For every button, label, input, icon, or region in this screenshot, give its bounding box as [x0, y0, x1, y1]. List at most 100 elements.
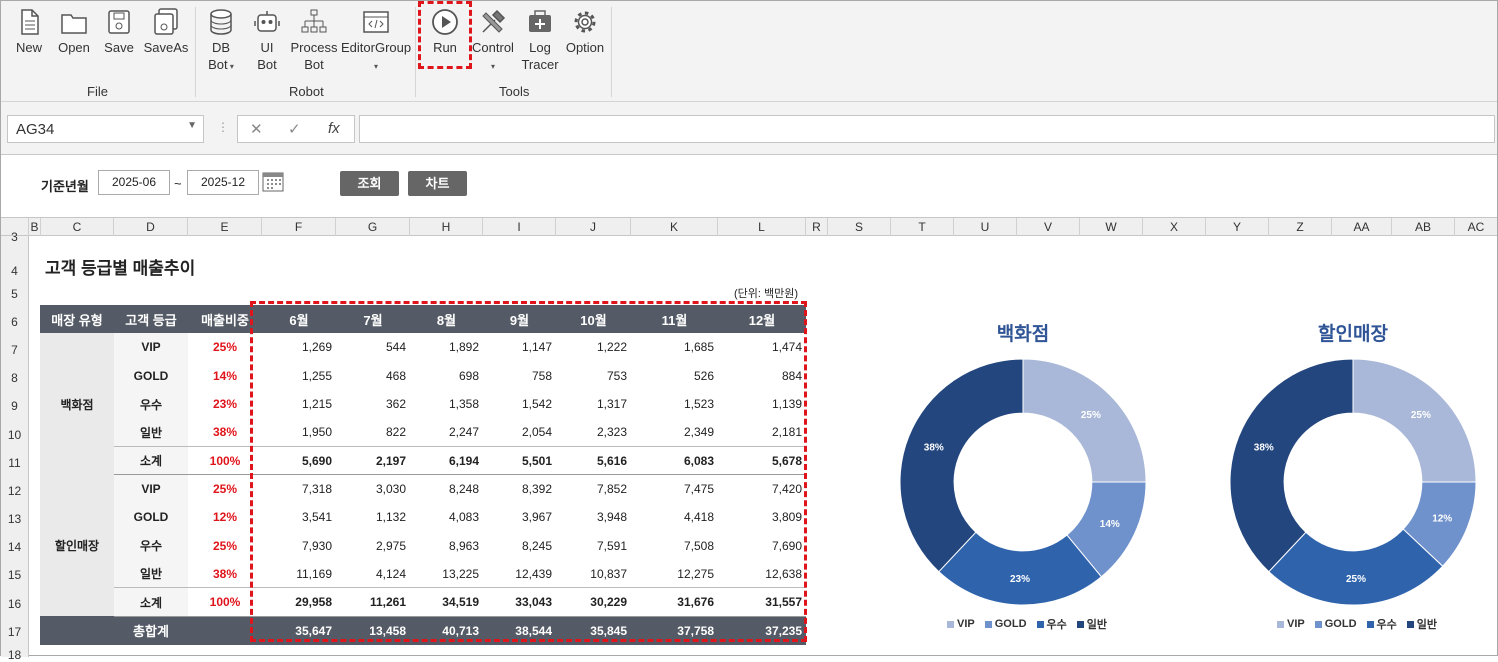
legend-item: GOLD	[984, 616, 1027, 632]
row-num[interactable]: 13	[1, 512, 28, 526]
data-label: 25%	[1346, 574, 1366, 585]
row-num[interactable]: 5	[1, 287, 28, 301]
data-label: 38%	[924, 443, 944, 454]
col-header[interactable]: E	[188, 218, 262, 236]
data-label: 23%	[1010, 574, 1030, 585]
db-bot-button[interactable]: DB Bot ▾	[201, 7, 241, 75]
grade-cell[interactable]: 일반	[114, 418, 188, 447]
range-separator: ~	[174, 176, 182, 191]
formula-grip: ⋮	[217, 120, 229, 134]
data-label: 25%	[1411, 410, 1431, 421]
ui-bot-button[interactable]: UI Bot	[249, 7, 285, 73]
donut-chart-discount[interactable]: 25% 12% 25% 38%	[1227, 357, 1479, 607]
col-header[interactable]: J	[556, 218, 631, 236]
save-as-button[interactable]: SaveAs	[141, 7, 191, 56]
store-type-cell[interactable]: 할인매장	[40, 474, 114, 617]
col-header[interactable]: X	[1143, 218, 1206, 236]
open-button[interactable]: Open	[53, 7, 95, 56]
insert-function-icon[interactable]: fx	[328, 120, 340, 137]
col-header[interactable]: W	[1080, 218, 1143, 236]
name-box[interactable]: AG34 ▼	[7, 115, 204, 143]
legend-item: 우수	[1036, 616, 1067, 632]
calendar-icon[interactable]	[262, 170, 284, 192]
col-header[interactable]: K	[631, 218, 718, 236]
chevron-down-icon[interactable]: ▼	[187, 120, 197, 131]
formula-input[interactable]	[359, 115, 1495, 143]
row-num[interactable]: 14	[1, 540, 28, 554]
row-num[interactable]: 9	[1, 399, 28, 413]
legend-item: GOLD	[1314, 616, 1357, 632]
save-button[interactable]: Save	[101, 7, 137, 56]
row-num[interactable]: 8	[1, 371, 28, 385]
search-button[interactable]: 조회	[340, 171, 399, 196]
col-header[interactable]: R	[806, 218, 828, 236]
row-num[interactable]: 10	[1, 428, 28, 442]
row-num[interactable]: 17	[1, 625, 28, 639]
col-header[interactable]: AC	[1455, 218, 1497, 236]
col-header[interactable]: AA	[1332, 218, 1392, 236]
col-header[interactable]: G	[336, 218, 410, 236]
formula-bar: AG34 ▼ ⋮ ✕ ✓ fx	[1, 102, 1497, 155]
col-header[interactable]: Z	[1269, 218, 1332, 236]
col-header[interactable]: B	[29, 218, 41, 236]
chart-legend: VIP GOLD 우수 일반	[947, 616, 1107, 632]
log-tracer-button[interactable]: Log Tracer	[519, 7, 561, 73]
col-header[interactable]: H	[410, 218, 483, 236]
row-num[interactable]: 15	[1, 568, 28, 582]
col-header[interactable]: D	[114, 218, 188, 236]
col-header[interactable]: F	[262, 218, 336, 236]
new-button[interactable]: New	[9, 7, 49, 56]
col-header[interactable]: V	[1017, 218, 1080, 236]
cancel-icon[interactable]: ✕	[250, 120, 263, 138]
option-button[interactable]: Option	[563, 7, 607, 56]
subtotal-label[interactable]: 소계	[114, 587, 188, 617]
confirm-icon[interactable]: ✓	[288, 120, 301, 138]
col-header[interactable]: Y	[1206, 218, 1269, 236]
to-date-input[interactable]: 2025-12	[187, 170, 259, 195]
period-label: 기준년월	[41, 179, 89, 194]
control-button[interactable]: Control ▾	[470, 7, 516, 75]
run-highlight	[418, 1, 472, 69]
donut-slice[interactable]	[1229, 358, 1354, 573]
grade-cell[interactable]: VIP	[114, 333, 188, 362]
unit-label: (단위: 백만원)	[734, 288, 799, 300]
log-tracer-icon	[529, 10, 551, 32]
col-header[interactable]: C	[41, 218, 114, 236]
ribbon: New Open Save SaveAs File DB Bot ▾ UI Bo…	[1, 1, 1497, 102]
group-label-robot: Robot	[289, 84, 324, 99]
grade-cell[interactable]: 우수	[114, 531, 188, 560]
group-label-tools: Tools	[499, 84, 530, 99]
row-num[interactable]: 4	[1, 264, 28, 278]
editor-group-button[interactable]: EditorGroup ▾	[341, 7, 411, 75]
grade-cell[interactable]: 일반	[114, 559, 188, 588]
row-num[interactable]: 11	[1, 456, 28, 470]
grade-cell[interactable]: 우수	[114, 389, 188, 419]
row-num[interactable]: 7	[1, 343, 28, 357]
col-header[interactable]: L	[718, 218, 806, 236]
row-num[interactable]: 16	[1, 597, 28, 611]
col-header[interactable]: AB	[1392, 218, 1455, 236]
col-header[interactable]: S	[828, 218, 891, 236]
grade-cell[interactable]: VIP	[114, 474, 188, 504]
row-num[interactable]: 3	[1, 230, 28, 244]
col-header[interactable]: U	[954, 218, 1017, 236]
donut-chart-department[interactable]: 25% 14% 23% 38%	[898, 357, 1148, 607]
row-num[interactable]: 6	[1, 315, 28, 329]
chart-button[interactable]: 차트	[408, 171, 467, 196]
from-date-input[interactable]: 2025-06	[98, 170, 170, 195]
gear-icon	[574, 11, 596, 33]
robot-icon	[254, 11, 280, 32]
process-bot-button[interactable]: Process Bot	[289, 7, 339, 73]
group-label-file: File	[87, 84, 108, 99]
save-as-icon	[154, 8, 178, 35]
grade-cell[interactable]: GOLD	[114, 361, 188, 390]
row-num[interactable]: 18	[1, 648, 28, 662]
col-header[interactable]: T	[891, 218, 954, 236]
donut-slice[interactable]	[899, 358, 1024, 573]
total-label[interactable]: 총합계	[40, 616, 262, 645]
store-type-cell[interactable]: 백화점	[40, 333, 114, 475]
row-num[interactable]: 12	[1, 484, 28, 498]
subtotal-label[interactable]: 소계	[114, 445, 188, 476]
grade-cell[interactable]: GOLD	[114, 503, 188, 532]
col-header[interactable]: I	[483, 218, 556, 236]
